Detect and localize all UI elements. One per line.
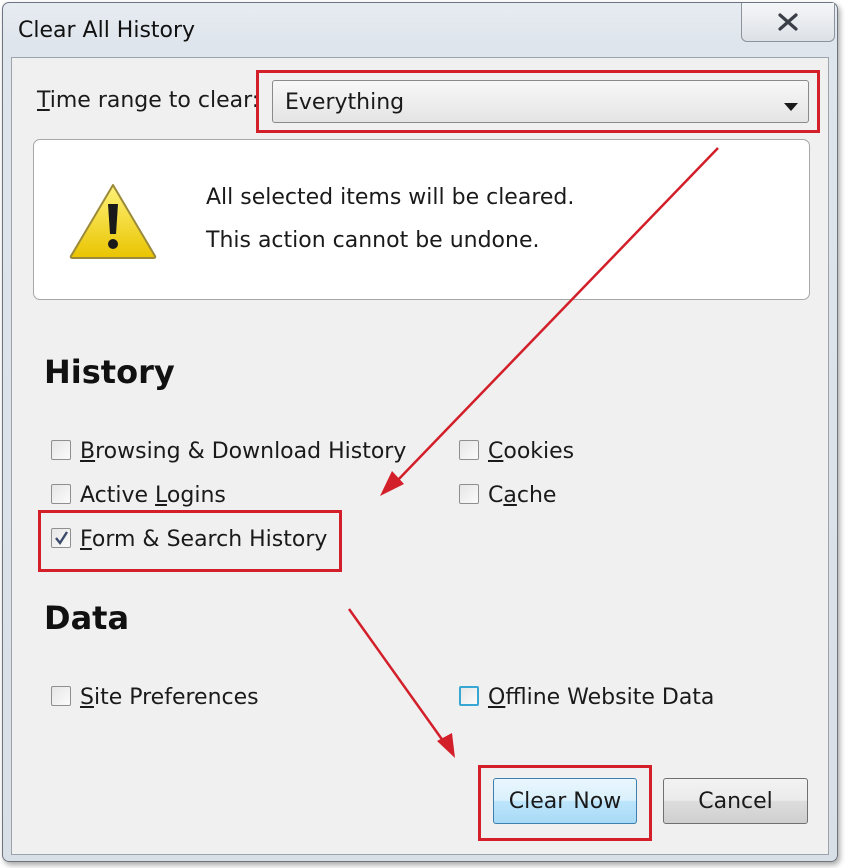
annotation-arrow-line-1 bbox=[395, 147, 719, 483]
annotation-arrow-line-2 bbox=[347, 608, 448, 746]
annotation-arrows bbox=[347, 147, 719, 758]
annotation-arrowhead-1 bbox=[380, 471, 404, 496]
